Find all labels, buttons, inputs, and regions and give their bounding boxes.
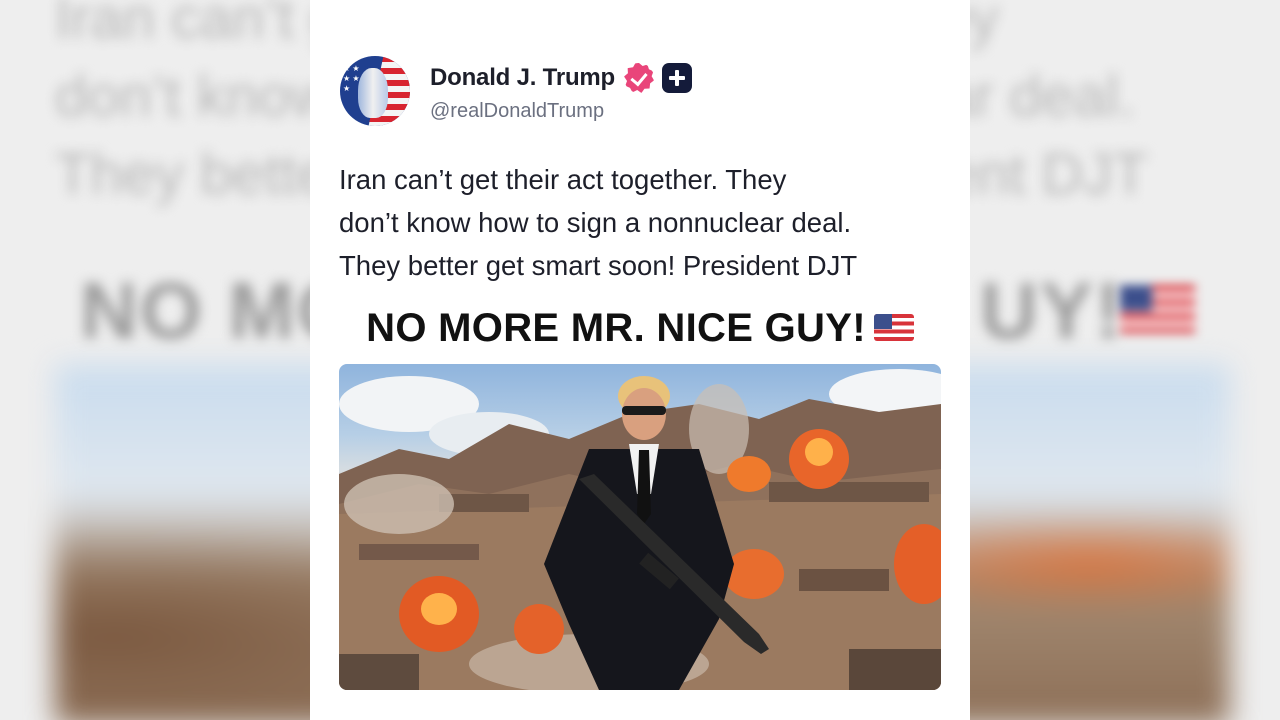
post-body: Iran can’t get their act together. They …	[339, 164, 858, 281]
display-name[interactable]: Donald J. Trump	[430, 64, 615, 92]
portrait-face	[358, 68, 388, 118]
image-headline: NO MORE MR. NICE GUY!	[310, 306, 970, 351]
post-card: ★ ★ ★ ★ ★ Donald J. Trump @realDonaldTrump…	[310, 0, 970, 720]
author-row: Donald J. Trump	[430, 60, 693, 96]
image-headline-text: NO MORE MR. NICE GUY!	[366, 306, 866, 350]
us-flag-icon	[873, 313, 914, 341]
blurred-headline-right: UY!	[980, 266, 1124, 355]
plus-badge-icon	[662, 63, 693, 93]
verified-badge-icon	[624, 63, 655, 93]
blurred-flag-icon	[1120, 285, 1195, 333]
profile-avatar[interactable]: ★ ★ ★ ★ ★	[340, 56, 410, 126]
post-image[interactable]	[339, 364, 941, 690]
battle-scene-illustration	[339, 369, 941, 690]
user-handle[interactable]: @realDonaldTrump	[430, 100, 604, 123]
